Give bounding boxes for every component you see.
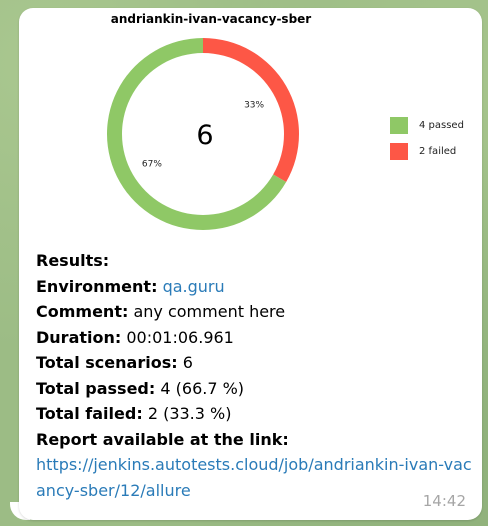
report-summary: Results: Environment: qa.guru Comment: a… — [36, 248, 476, 503]
duration-value: 00:01:06.961 — [126, 327, 234, 347]
legend-swatch-failed — [390, 142, 408, 160]
slice-percent-label-failed: 33% — [244, 101, 264, 111]
slice-percent-label-passed: 67% — [142, 160, 162, 170]
legend-label-failed: 2 failed — [419, 145, 457, 157]
total-scenarios-value: 6 — [182, 353, 193, 372]
legend-item-failed: 2 failed — [390, 141, 464, 161]
total-passed-label: Total passed: — [36, 378, 156, 398]
comment-label: Comment: — [36, 302, 129, 321]
environment-label: Environment: — [36, 276, 158, 296]
total-failed-value: 2 (33.3 %) — [147, 404, 232, 423]
total-failed-line: Total failed: 2 (33.3 %) — [36, 401, 476, 427]
environment-link[interactable]: qa.guru — [163, 277, 225, 296]
message-bubble: andriankin-ivan-vacancy-sber 33% 67% 6 4 p… — [19, 8, 482, 520]
chart-legend: 4 passed 2 failed — [390, 115, 464, 167]
donut-center-total: 6 — [196, 120, 213, 151]
allure-report-chart[interactable]: andriankin-ivan-vacancy-sber 33% 67% 6 4 p… — [19, 8, 482, 248]
legend-swatch-passed — [390, 116, 408, 134]
duration-label: Duration: — [36, 327, 122, 347]
total-failed-label: Total failed: — [36, 404, 143, 423]
comment-line: Comment: any comment here — [36, 299, 476, 325]
message-timestamp: 14:42 — [422, 492, 466, 510]
duration-line: Duration: 00:01:06.961 — [36, 325, 476, 351]
report-link-label: Report available at the link: — [36, 429, 289, 449]
legend-item-passed: 4 passed — [390, 115, 464, 135]
results-heading: Results: — [36, 251, 110, 270]
total-passed-value: 4 (66.7 %) — [160, 378, 245, 398]
total-scenarios-line: Total scenarios: 6 — [36, 350, 476, 376]
report-link[interactable]: https://jenkins.autotests.cloud/job/andr… — [36, 452, 472, 503]
total-scenarios-label: Total scenarios: — [36, 353, 178, 372]
environment-line: Environment: qa.guru — [36, 274, 476, 300]
legend-label-passed: 4 passed — [419, 119, 464, 131]
comment-value: any comment here — [133, 302, 286, 321]
total-passed-line: Total passed: 4 (66.7 %) — [36, 376, 476, 402]
